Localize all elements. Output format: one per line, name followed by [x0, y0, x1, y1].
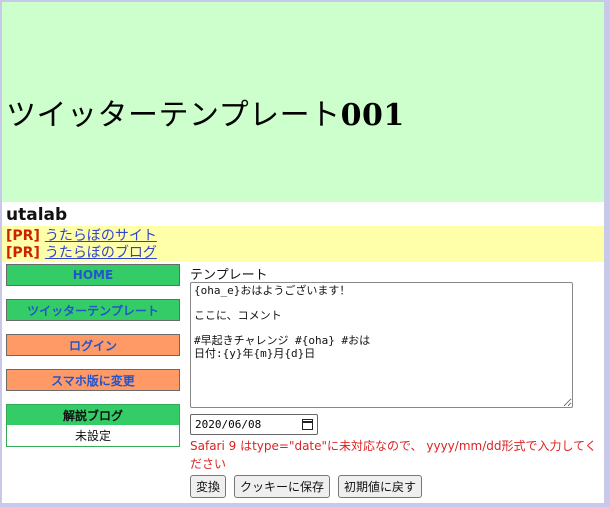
twitter-template-button[interactable]: ツイッターテンプレート: [6, 299, 180, 321]
pr-link-site[interactable]: うたらぼのサイト: [45, 228, 157, 244]
date-input[interactable]: 2020/06/08: [190, 414, 318, 435]
twitter-template-button-label: ツイッターテンプレート: [27, 303, 159, 318]
pr-bar: [PR] うたらぼのサイト [PR] うたらぼのブログ: [2, 226, 604, 262]
reset-button[interactable]: 初期値に戻す: [338, 475, 423, 498]
blog-value: 未設定: [74, 429, 111, 443]
mobile-version-button[interactable]: スマホ版に変更: [6, 369, 180, 391]
login-button-label: ログイン: [68, 338, 117, 353]
home-button[interactable]: HOME: [6, 264, 180, 286]
home-button-label: HOME: [72, 268, 114, 282]
page-title: ツイッターテンプレート001: [6, 90, 405, 134]
pr-row: [PR] うたらぼのブログ: [6, 245, 157, 262]
convert-button[interactable]: 変換: [190, 475, 227, 498]
title-text: ツイッターテンプレート: [6, 98, 341, 133]
template-textarea[interactable]: {oha_e}おはようございます！ ここに、コメント #早起きチャレンジ #{o…: [190, 282, 573, 408]
blog-box: 解説ブログ 未設定: [6, 404, 180, 447]
site-header: ツイッターテンプレート001: [2, 2, 604, 202]
title-number: 001: [340, 98, 405, 133]
site-name: utalab: [6, 205, 68, 225]
mobile-version-button-label: スマホ版に変更: [51, 373, 135, 388]
template-label: テンプレート: [190, 268, 268, 283]
pr-row: [PR] うたらぼのサイト: [6, 228, 157, 245]
blog-title: 解説ブログ: [7, 405, 179, 425]
date-warning: Safari 9 はtype="date"に未対応なので、 yyyy/mm/dd…: [190, 439, 597, 471]
pr-link-blog[interactable]: うたらぼのブログ: [45, 245, 157, 261]
login-button[interactable]: ログイン: [6, 334, 180, 356]
page: ツイッターテンプレート001 utalab [PR] うたらぼのサイト [PR] う…: [2, 2, 604, 503]
pr-tag: [PR]: [6, 245, 40, 261]
calendar-icon[interactable]: [302, 419, 313, 430]
save-cookie-button[interactable]: クッキーに保存: [234, 475, 331, 498]
date-value: 2020/06/08: [195, 418, 262, 431]
pr-tag: [PR]: [6, 228, 40, 244]
